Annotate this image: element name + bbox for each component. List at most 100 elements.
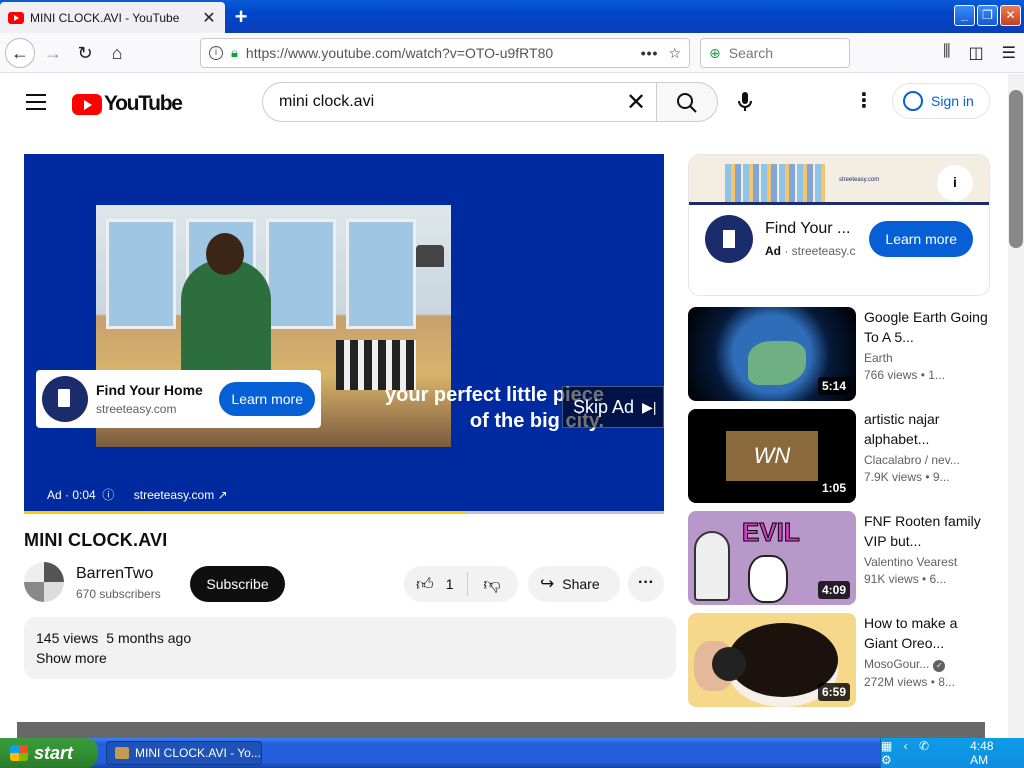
taskbar-window-button[interactable]: MINI CLOCK.AVI - Yo...	[106, 741, 262, 765]
video-thumbnail[interactable]: 6:59	[688, 613, 856, 707]
sidebar-ad[interactable]: streeteasy.com i Find Your ... Ad · stre…	[688, 154, 990, 296]
tray-clock[interactable]: 4:48 AM	[970, 739, 1010, 767]
ad-time: Ad · 0:04	[47, 488, 96, 502]
streeteasy-logo-icon	[705, 215, 753, 263]
ad-info-icon[interactable]: i	[937, 165, 973, 201]
recommendation-title[interactable]: FNF Rooten family VIP but...	[864, 511, 990, 551]
video-title: MINI CLOCK.AVI	[24, 530, 168, 550]
thumbnail-text: EVIL	[742, 517, 801, 548]
like-button[interactable]: 👍︎ 1	[404, 572, 468, 596]
lock-icon[interactable]: 🔒︎	[231, 45, 238, 61]
url-text[interactable]: https://www.youtube.com/watch?v=OTO-u9fR…	[246, 45, 641, 61]
dislike-button[interactable]: 👎︎	[468, 574, 516, 595]
recommendation-meta: 91K views • 6...	[864, 572, 947, 586]
recommendation-item[interactable]: WN 1:05 artistic najar alphabet... Claca…	[688, 409, 998, 503]
hamburger-icon[interactable]	[26, 94, 46, 110]
info-icon[interactable]: i	[209, 46, 223, 60]
scrollbar-thumb[interactable]	[1009, 90, 1023, 248]
settings-kebab-icon[interactable]: ⋮	[852, 90, 876, 114]
ad-progress-bar[interactable]	[24, 511, 664, 514]
recommendation-title[interactable]: Google Earth Going To A 5...	[864, 307, 990, 347]
page-scrollbar[interactable]	[1008, 74, 1024, 738]
new-tab-button[interactable]: +	[230, 4, 252, 30]
reload-icon[interactable]: ↻	[70, 38, 100, 68]
show-more-link[interactable]: Show more	[36, 650, 664, 666]
restore-button[interactable]: ❐	[977, 5, 998, 26]
page-actions-icon[interactable]: •••	[641, 45, 659, 61]
recommendation-channel[interactable]: Valentino Vearest	[864, 555, 990, 569]
recommendation-item[interactable]: EVIL 4:09 FNF Rooten family VIP but... V…	[688, 511, 998, 605]
like-icon: 👍︎	[416, 574, 434, 594]
sign-in-button[interactable]: Sign in	[892, 83, 990, 119]
browser-navbar: ← → ↻ ⌂ i 🔒︎ https://www.youtube.com/wat…	[0, 33, 1024, 73]
verified-check-icon: ✓	[933, 660, 946, 672]
video-thumbnail[interactable]: EVIL 4:09	[688, 511, 856, 605]
microphone-icon[interactable]	[733, 90, 757, 114]
duration-badge: 1:05	[817, 479, 850, 497]
video-thumbnail[interactable]: 5:14	[688, 307, 856, 401]
youtube-logo[interactable]: YouTube	[72, 92, 183, 116]
url-bar[interactable]: i 🔒︎ https://www.youtube.com/watch?v=OTO…	[200, 38, 690, 68]
ad-site-link[interactable]: streeteasy.com ↗	[134, 488, 228, 502]
window-controls: _ ❐ ✕	[954, 5, 1021, 26]
search-query[interactable]: mini clock.avi	[279, 93, 616, 111]
recommendation-channel-row[interactable]: MosoGour... ✓	[864, 657, 990, 672]
tab-title: MINI CLOCK.AVI - YouTube	[30, 10, 180, 25]
ad-card-domain: streeteasy.com	[96, 402, 177, 416]
share-icon: ↪	[540, 574, 555, 593]
taskbar-window-label: MINI CLOCK.AVI - Yo...	[135, 746, 261, 760]
search-button[interactable]	[656, 82, 718, 122]
skip-ad-button[interactable]: Skip Ad ▶|	[562, 386, 664, 428]
tab-close-icon[interactable]: ✕	[201, 8, 217, 28]
bottom-overlay-strip	[17, 722, 985, 738]
search-input[interactable]: mini clock.avi ✕	[262, 82, 656, 122]
ad-info-icon[interactable]: ⓘ	[99, 488, 114, 502]
duration-badge: 5:14	[817, 377, 850, 395]
browser-search-field[interactable]: ⊕ Search	[700, 38, 850, 68]
sidebar-icon[interactable]: ◫	[969, 43, 984, 63]
subscribe-button[interactable]: Subscribe	[190, 566, 285, 602]
recommendation-title[interactable]: artistic najar alphabet...	[864, 409, 990, 449]
recommendation-title[interactable]: How to make a Giant Oreo...	[864, 613, 990, 653]
firefox-task-icon	[115, 747, 129, 759]
recommendation-item[interactable]: 6:59 How to make a Giant Oreo... MosoGou…	[688, 613, 998, 707]
account-icon	[903, 91, 923, 111]
forward-arrow-icon[interactable]: →	[38, 38, 68, 68]
recommendation-channel[interactable]: Earth	[864, 351, 990, 365]
dislike-icon: 👎︎	[483, 574, 501, 594]
duration-badge: 6:59	[817, 683, 850, 701]
tray-icons[interactable]: ▦ ‹ ✆ ⚙	[881, 739, 948, 767]
view-count: 145 views	[36, 630, 99, 646]
channel-name[interactable]: BarrenTwo	[76, 565, 153, 583]
clear-search-icon[interactable]: ✕	[616, 88, 656, 117]
back-arrow-icon[interactable]: ←	[5, 38, 35, 68]
browser-tab[interactable]: MINI CLOCK.AVI - YouTube ✕	[0, 2, 225, 33]
youtube-favicon-icon	[8, 11, 24, 24]
library-icon[interactable]: ⫼	[943, 43, 950, 63]
recommendation-channel[interactable]: MosoGour...	[864, 657, 929, 671]
bookmark-star-icon[interactable]: ☆	[668, 45, 681, 62]
close-window-button[interactable]: ✕	[1000, 5, 1021, 26]
ad-learn-more-button[interactable]: Learn more	[219, 382, 315, 416]
like-dislike-group: 👍︎ 1 👎︎	[404, 566, 518, 602]
recommendation-channel[interactable]: Clacalabro / nev...	[864, 453, 990, 467]
description-box[interactable]: 145 views 5 months ago Show more	[24, 617, 676, 679]
ad-overlay-card[interactable]: Find Your Home streeteasy.com Learn more	[36, 370, 321, 428]
thumbnail-text: WN	[726, 431, 818, 481]
subscriber-count: 670 subscribers	[76, 587, 161, 601]
ad-progress-fill	[24, 511, 466, 514]
recommendation-item[interactable]: 5:14 Google Earth Going To A 5... Earth …	[688, 307, 998, 401]
duration-badge: 4:09	[817, 581, 850, 599]
video-player[interactable]: Find Your Home streeteasy.com Learn more…	[24, 154, 664, 514]
menu-icon[interactable]: ☰	[1002, 43, 1016, 63]
channel-avatar[interactable]	[24, 562, 64, 602]
youtube-header: YouTube mini clock.avi ✕ ⋮ Sign in	[0, 74, 1008, 130]
video-thumbnail[interactable]: WN 1:05	[688, 409, 856, 503]
more-actions-icon[interactable]: ···	[628, 566, 664, 602]
video-stats: 145 views 5 months ago	[36, 630, 664, 646]
home-icon[interactable]: ⌂	[102, 38, 132, 68]
start-button[interactable]: start	[0, 738, 98, 768]
minimize-button[interactable]: _	[954, 5, 975, 26]
sidebar-learn-more-button[interactable]: Learn more	[869, 221, 973, 257]
share-button[interactable]: ↪ Share	[528, 566, 620, 602]
